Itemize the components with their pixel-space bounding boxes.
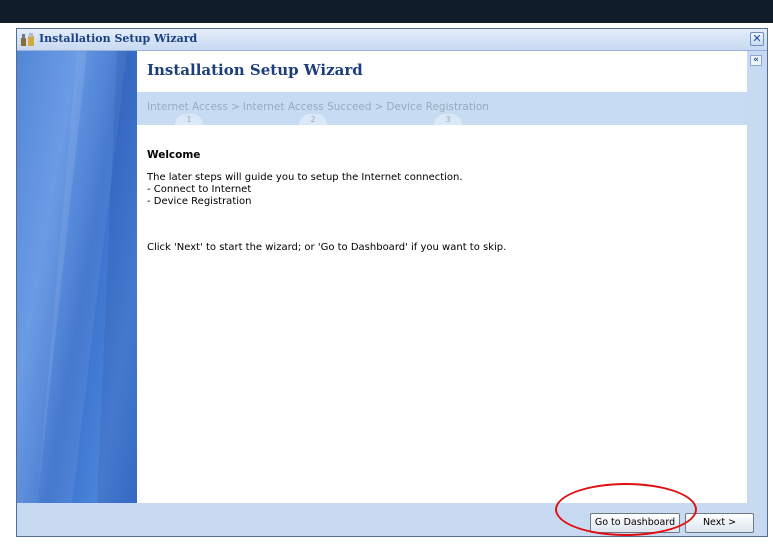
welcome-intro: The later steps will guide you to setup … <box>147 172 463 183</box>
steps-breadcrumb: Internet Access > Internet Access Succeed >… <box>147 101 489 113</box>
step-separator: > <box>230 101 240 113</box>
welcome-instruction: Click 'Next' to start the wizard; or 'Go… <box>147 242 507 253</box>
welcome-bullet: - Connect to Internet <box>147 184 252 195</box>
window-titlebar[interactable]: Installation Setup Wizard ✕ <box>17 29 767 51</box>
welcome-heading: Welcome <box>147 149 201 161</box>
right-rail: « <box>747 51 767 503</box>
step-2-label: Internet Access Succeed <box>242 101 372 113</box>
step-1-label: Internet Access <box>147 101 228 113</box>
step-3-label: Device Registration <box>386 101 489 113</box>
wizard-window: Installation Setup Wizard ✕ Installation… <box>16 28 768 537</box>
desktop-top-bar <box>0 0 773 23</box>
highlight-annotation <box>555 483 697 536</box>
step-3-number: 3 <box>434 114 462 125</box>
step-separator: > <box>374 101 384 113</box>
page-title: Installation Setup Wizard <box>147 61 363 79</box>
side-panel-art <box>17 51 137 503</box>
wizard-tools-icon <box>21 33 34 46</box>
double-chevron-left-icon[interactable]: « <box>750 55 762 66</box>
decorative-side-panel <box>17 51 137 503</box>
close-icon[interactable]: ✕ <box>750 32 764 46</box>
wizard-steps: Internet Access > Internet Access Succeed >… <box>137 92 747 125</box>
step-1-number: 1 <box>175 114 203 125</box>
window-title: Installation Setup Wizard <box>39 32 198 45</box>
welcome-bullet: - Device Registration <box>147 196 252 207</box>
step-2-number: 2 <box>299 114 327 125</box>
wizard-content: Installation Setup Wizard Internet Acces… <box>137 51 747 503</box>
next-button[interactable]: Next > <box>685 513 754 533</box>
